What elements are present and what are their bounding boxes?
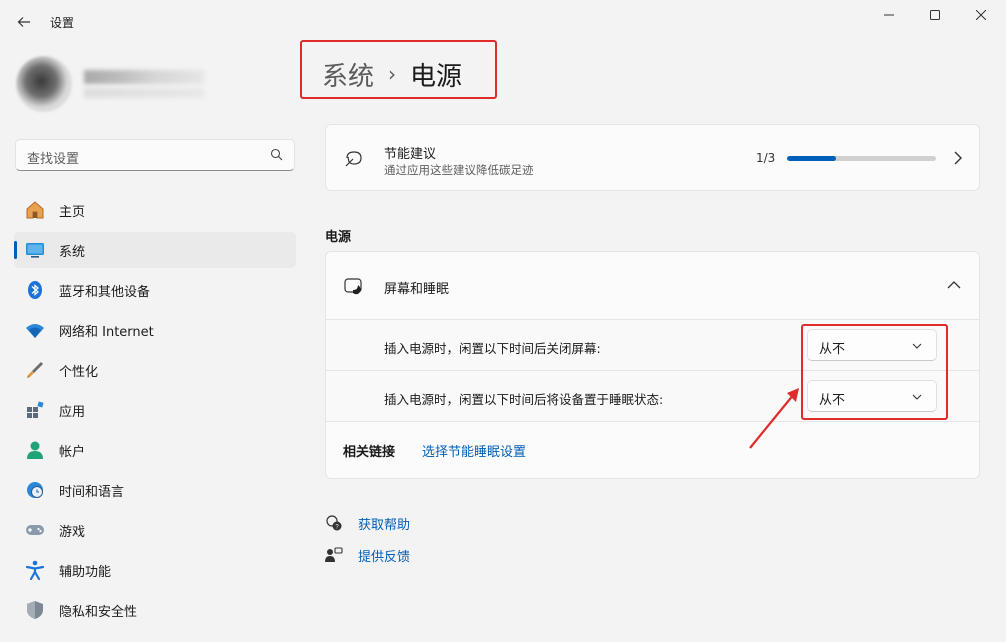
- search-input[interactable]: 查找设置: [27, 148, 79, 167]
- related-links-row: 相关链接 选择节能睡眠设置: [326, 422, 979, 478]
- close-button[interactable]: [958, 0, 1004, 30]
- sidebar-item-label: 隐私和安全性: [59, 604, 138, 620]
- search-icon: [270, 148, 283, 161]
- help-chat-icon: ?: [326, 515, 342, 531]
- energy-card-title: 节能建议: [384, 147, 437, 162]
- sidebar-item-label: 个性化: [59, 364, 99, 380]
- screen-sleep-icon: [344, 278, 362, 295]
- screen-off-label: 插入电源时，闲置以下时间后关闭屏幕:: [384, 341, 601, 356]
- sidebar-item-network[interactable]: 网络和 Internet: [14, 312, 296, 348]
- account-icon: [24, 439, 46, 461]
- title-bar: 设置: [0, 0, 1006, 44]
- sidebar-nav: 主页 系统 蓝牙和其他设备 网络和 Internet 个性化 应用 帐户 时间和…: [14, 192, 296, 632]
- screen-sleep-title: 屏幕和睡眠: [384, 282, 450, 297]
- sidebar-item-label: 帐户: [59, 444, 86, 460]
- screen-sleep-header[interactable]: 屏幕和睡眠: [326, 252, 979, 320]
- sidebar-item-label: 蓝牙和其他设备: [59, 284, 151, 300]
- sidebar-item-gaming[interactable]: 游戏: [14, 512, 296, 548]
- apps-icon: [24, 399, 46, 421]
- feedback-link[interactable]: 提供反馈: [358, 546, 410, 565]
- app-title: 设置: [50, 16, 75, 30]
- sidebar-item-label: 系统: [59, 244, 86, 260]
- sidebar-item-privacy[interactable]: 隐私和安全性: [14, 592, 296, 628]
- feedback-icon: [325, 547, 343, 562]
- sidebar-item-bluetooth[interactable]: 蓝牙和其他设备: [14, 272, 296, 308]
- user-profile[interactable]: [16, 56, 296, 116]
- sidebar-item-system[interactable]: 系统: [14, 232, 296, 268]
- annotation-box-breadcrumb: [300, 40, 497, 99]
- accessibility-icon: [24, 559, 46, 581]
- chevron-up-icon[interactable]: [946, 279, 962, 291]
- sidebar-item-label: 应用: [59, 404, 86, 420]
- clock-globe-icon: [24, 479, 46, 501]
- get-help-row[interactable]: ? 获取帮助: [325, 512, 410, 534]
- maximize-icon: [930, 10, 940, 20]
- section-title-power: 电源: [325, 230, 352, 245]
- leaf-icon: [345, 151, 362, 167]
- home-icon: [24, 199, 46, 221]
- energy-sleep-settings-link[interactable]: 选择节能睡眠设置: [422, 441, 526, 460]
- feedback-row[interactable]: 提供反馈: [325, 544, 410, 566]
- sidebar-item-accessibility[interactable]: 辅助功能: [14, 552, 296, 588]
- energy-card-subtitle: 通过应用这些建议降低碳足迹: [384, 163, 534, 177]
- maximize-button[interactable]: [912, 0, 958, 30]
- minimize-button[interactable]: [866, 0, 912, 30]
- annotation-arrow: [749, 388, 799, 449]
- sidebar-item-label: 网络和 Internet: [59, 324, 154, 340]
- energy-recommendations-card[interactable]: 节能建议 通过应用这些建议降低碳足迹 1/3: [325, 124, 980, 191]
- shield-icon: [24, 599, 46, 621]
- energy-card-count: 1/3: [756, 151, 776, 165]
- sidebar-item-label: 主页: [59, 204, 86, 220]
- avatar: [16, 56, 72, 112]
- bluetooth-icon: [24, 279, 46, 301]
- gamepad-icon: [24, 519, 46, 541]
- sidebar-item-time-language[interactable]: 时间和语言: [14, 472, 296, 508]
- back-button[interactable]: [10, 8, 38, 36]
- related-links-label: 相关链接: [343, 445, 396, 460]
- close-icon: [976, 10, 986, 20]
- sidebar-item-label: 辅助功能: [59, 564, 112, 580]
- sidebar-item-apps[interactable]: 应用: [14, 392, 296, 428]
- system-display-icon: [24, 239, 46, 261]
- energy-progress-fill: [787, 156, 837, 161]
- user-email-blurred: [84, 88, 204, 98]
- brush-icon: [24, 359, 46, 381]
- minimize-icon: [884, 14, 894, 16]
- sidebar-item-accounts[interactable]: 帐户: [14, 432, 296, 468]
- annotation-box-dropdowns: [801, 324, 948, 420]
- back-arrow-icon: [17, 17, 30, 27]
- search-box[interactable]: 查找设置: [15, 139, 295, 171]
- user-name-blurred: [84, 70, 204, 84]
- energy-progress-bar: [787, 156, 936, 161]
- sidebar-item-label: 时间和语言: [59, 484, 125, 500]
- sidebar-item-home[interactable]: 主页: [14, 192, 296, 228]
- chevron-right-icon: [954, 151, 962, 165]
- wifi-icon: [24, 319, 46, 341]
- sleep-label: 插入电源时，闲置以下时间后将设备置于睡眠状态:: [384, 392, 664, 407]
- get-help-link[interactable]: 获取帮助: [358, 514, 410, 533]
- sidebar-item-label: 游戏: [59, 524, 86, 540]
- sidebar-item-personalization[interactable]: 个性化: [14, 352, 296, 388]
